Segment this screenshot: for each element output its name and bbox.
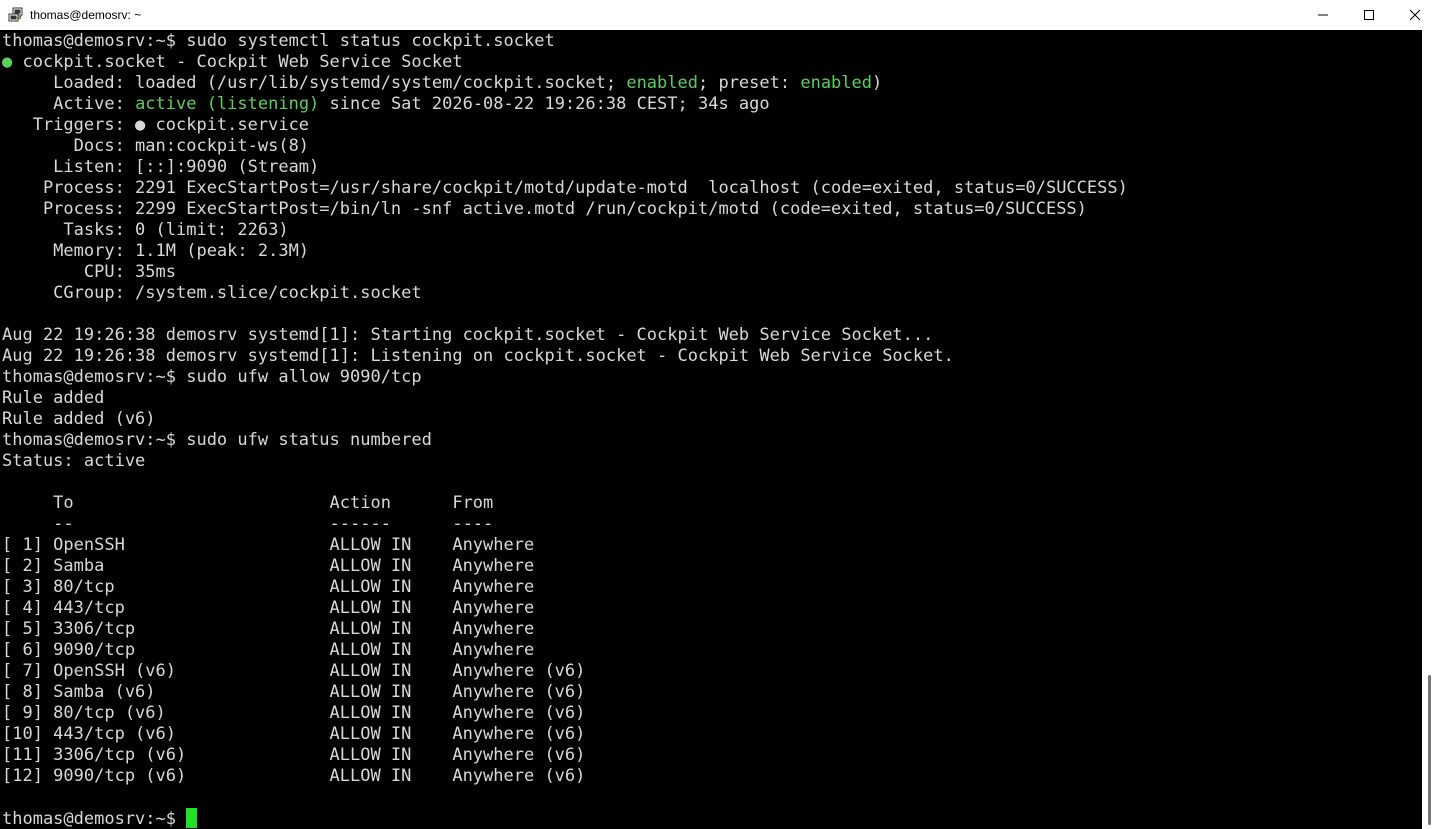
terminal-text: [ 5] 3306/tcp ALLOW IN Anywhere [2, 619, 535, 639]
minimize-button[interactable] [1300, 0, 1346, 30]
terminal-text: Process: 2291 ExecStartPost=/usr/share/c… [2, 178, 1128, 198]
terminal-line: Loaded: loaded (/usr/lib/systemd/system/… [2, 73, 1128, 94]
terminal-text: since Sat 2026-08-22 19:26:38 CEST; 34s … [319, 94, 770, 114]
terminal-text: [ 7] OpenSSH (v6) ALLOW IN Anywhere (v6) [2, 661, 586, 681]
terminal-line: [ 9] 80/tcp (v6) ALLOW IN Anywhere (v6) [2, 703, 1128, 724]
terminal-text: -- ------ ---- [2, 514, 494, 534]
terminal-line: CPU: 35ms [2, 262, 1128, 283]
terminal-text: Triggers: ● cockpit.service [2, 115, 310, 135]
text-cursor [186, 808, 198, 828]
terminal-text: enabled [800, 73, 872, 93]
terminal-line: -- ------ ---- [2, 514, 1128, 535]
terminal-text: thomas@demosrv:~$ sudo systemctl status … [2, 31, 555, 51]
close-button[interactable] [1392, 0, 1438, 30]
terminal-text: Aug 22 19:26:38 demosrv systemd[1]: Star… [2, 325, 934, 345]
terminal-text: ● [2, 52, 13, 72]
terminal-text: [ 3] 80/tcp ALLOW IN Anywhere [2, 577, 535, 597]
terminal-line: [12] 9090/tcp (v6) ALLOW IN Anywhere (v6… [2, 766, 1128, 787]
terminal-text: [ 8] Samba (v6) ALLOW IN Anywhere (v6) [2, 682, 586, 702]
terminal-line: ● cockpit.socket - Cockpit Web Service S… [2, 52, 1128, 73]
terminal-text: [11] 3306/tcp (v6) ALLOW IN Anywhere (v6… [2, 745, 586, 765]
terminal-line: Process: 2299 ExecStartPost=/bin/ln -snf… [2, 199, 1128, 220]
window-controls [1300, 0, 1438, 30]
terminal-line: To Action From [2, 493, 1128, 514]
terminal-text: Tasks: 0 (limit: 2263) [2, 220, 289, 240]
terminal-line: [ 3] 80/tcp ALLOW IN Anywhere [2, 577, 1128, 598]
terminal-line: Status: active [2, 451, 1128, 472]
terminal-text: [ 4] 443/tcp ALLOW IN Anywhere [2, 598, 535, 618]
terminal-text: Rule added [2, 388, 105, 408]
terminal-line: [ 1] OpenSSH ALLOW IN Anywhere [2, 535, 1128, 556]
terminal-text: Status: active [2, 451, 146, 471]
terminal-line: [ 2] Samba ALLOW IN Anywhere [2, 556, 1128, 577]
terminal-line: thomas@demosrv:~$ sudo ufw allow 9090/tc… [2, 367, 1128, 388]
terminal-text: thomas@demosrv:~$ sudo ufw status number… [2, 430, 432, 450]
terminal-text: Loaded: loaded (/usr/lib/systemd/system/… [2, 73, 627, 93]
terminal-text: [12] 9090/tcp (v6) ALLOW IN Anywhere (v6… [2, 766, 586, 786]
terminal-line: [ 5] 3306/tcp ALLOW IN Anywhere [2, 619, 1128, 640]
terminal-line: Active: active (listening) since Sat 202… [2, 94, 1128, 115]
minimize-icon [1318, 14, 1328, 16]
terminal-text: Memory: 1.1M (peak: 2.3M) [2, 241, 310, 261]
terminal-lines: thomas@demosrv:~$ sudo systemctl status … [2, 31, 1128, 829]
terminal-text: ; preset: [697, 73, 801, 93]
terminal-line: [11] 3306/tcp (v6) ALLOW IN Anywhere (v6… [2, 745, 1128, 766]
terminal-output[interactable]: thomas@demosrv:~$ sudo systemctl status … [0, 30, 1422, 829]
terminal-text: Rule added (v6) [2, 409, 156, 429]
terminal-text: CGroup: /system.slice/cockpit.socket [2, 283, 422, 303]
terminal-text: [10] 443/tcp (v6) ALLOW IN Anywhere (v6) [2, 724, 586, 744]
terminal-text: Active: [2, 94, 136, 114]
terminal-text: ) [872, 73, 883, 93]
terminal-line: Triggers: ● cockpit.service [2, 115, 1128, 136]
terminal-text: enabled [626, 73, 698, 93]
terminal-text: Listen: [::]:9090 (Stream) [2, 157, 320, 177]
maximize-icon [1364, 10, 1374, 20]
title-bar[interactable]: thomas@demosrv: ~ [0, 0, 1438, 30]
terminal-line: Docs: man:cockpit-ws(8) [2, 136, 1128, 157]
close-icon [1409, 9, 1421, 21]
terminal-text: [ 6] 9090/tcp ALLOW IN Anywhere [2, 640, 535, 660]
terminal-text: active (listening) [135, 94, 320, 114]
terminal-line: Aug 22 19:26:38 demosrv systemd[1]: List… [2, 346, 1128, 367]
terminal-text: thomas@demosrv:~$ sudo ufw allow 9090/tc… [2, 367, 422, 387]
terminal-line: Tasks: 0 (limit: 2263) [2, 220, 1128, 241]
terminal-line: Memory: 1.1M (peak: 2.3M) [2, 241, 1128, 262]
terminal-text: [ 1] OpenSSH ALLOW IN Anywhere [2, 535, 535, 555]
terminal-line: CGroup: /system.slice/cockpit.socket [2, 283, 1128, 304]
terminal-line: [ 7] OpenSSH (v6) ALLOW IN Anywhere (v6) [2, 661, 1128, 682]
putty-icon [8, 7, 24, 23]
terminal-line: Rule added [2, 388, 1128, 409]
terminal-line: Process: 2291 ExecStartPost=/usr/share/c… [2, 178, 1128, 199]
terminal-line: thomas@demosrv:~$ [2, 808, 1128, 829]
terminal-line: Listen: [::]:9090 (Stream) [2, 157, 1128, 178]
terminal-text: thomas@demosrv:~$ [2, 809, 187, 829]
terminal-line: [10] 443/tcp (v6) ALLOW IN Anywhere (v6) [2, 724, 1128, 745]
terminal-text: CPU: 35ms [2, 262, 176, 282]
terminal-text: To Action From [2, 493, 494, 513]
terminal-text: Process: 2299 ExecStartPost=/bin/ln -snf… [2, 199, 1087, 219]
terminal-line: [ 4] 443/tcp ALLOW IN Anywhere [2, 598, 1128, 619]
terminal-text: [ 9] 80/tcp (v6) ALLOW IN Anywhere (v6) [2, 703, 586, 723]
terminal-text: Docs: man:cockpit-ws(8) [2, 136, 310, 156]
scrollbar-thumb[interactable] [1428, 675, 1431, 825]
terminal-line: thomas@demosrv:~$ sudo ufw status number… [2, 430, 1128, 451]
terminal-line: [ 6] 9090/tcp ALLOW IN Anywhere [2, 640, 1128, 661]
terminal-line: Aug 22 19:26:38 demosrv systemd[1]: Star… [2, 325, 1128, 346]
terminal-line: Rule added (v6) [2, 409, 1128, 430]
vertical-scrollbar[interactable] [1422, 30, 1438, 829]
maximize-button[interactable] [1346, 0, 1392, 30]
terminal-window: thomas@demosrv: ~ thomas@demosrv:~$ sudo… [0, 0, 1438, 829]
terminal-line: thomas@demosrv:~$ sudo systemctl status … [2, 31, 1128, 52]
terminal-text: Aug 22 19:26:38 demosrv systemd[1]: List… [2, 346, 954, 366]
window-title: thomas@demosrv: ~ [30, 8, 142, 22]
terminal-line: [ 8] Samba (v6) ALLOW IN Anywhere (v6) [2, 682, 1128, 703]
terminal-text: cockpit.socket - Cockpit Web Service Soc… [12, 52, 463, 72]
terminal-text: [ 2] Samba ALLOW IN Anywhere [2, 556, 535, 576]
